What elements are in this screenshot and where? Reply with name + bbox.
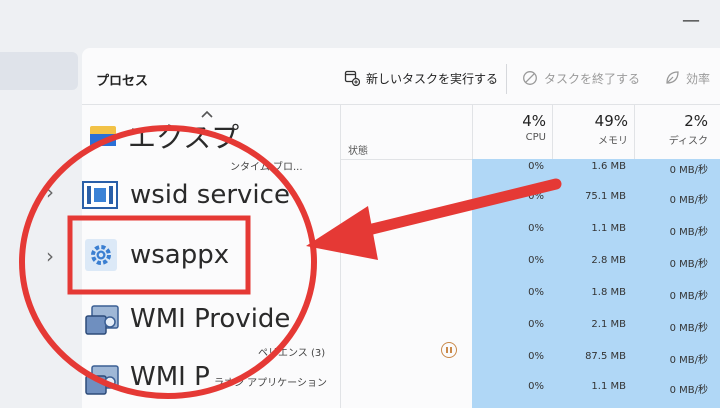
highlight-box	[67, 215, 251, 295]
arrow-shaft	[354, 178, 562, 238]
highlight-circle	[19, 125, 317, 399]
arrow-head	[306, 206, 378, 260]
annotation-overlay	[19, 125, 562, 399]
